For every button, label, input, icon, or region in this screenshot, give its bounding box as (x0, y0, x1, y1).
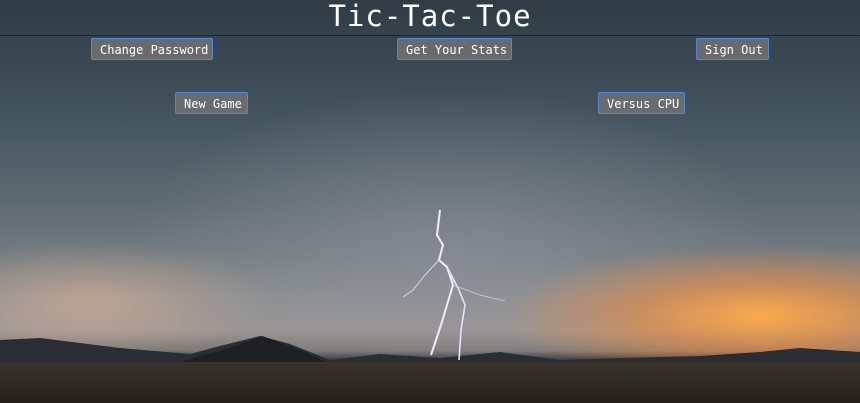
sign-out-button[interactable]: Sign Out (696, 38, 769, 60)
change-password-button[interactable]: Change Password (91, 38, 213, 60)
page-title: Tic-Tac-Toe (328, 0, 532, 33)
page-background: Tic-Tac-Toe Change Password Get Your Sta… (0, 0, 860, 403)
header-divider (0, 35, 860, 36)
lightning-bolt (402, 209, 506, 361)
new-game-button[interactable]: New Game (175, 92, 248, 114)
desert-ground (0, 362, 860, 403)
get-stats-button[interactable]: Get Your Stats (397, 38, 512, 60)
versus-cpu-button[interactable]: Versus CPU (598, 92, 685, 114)
